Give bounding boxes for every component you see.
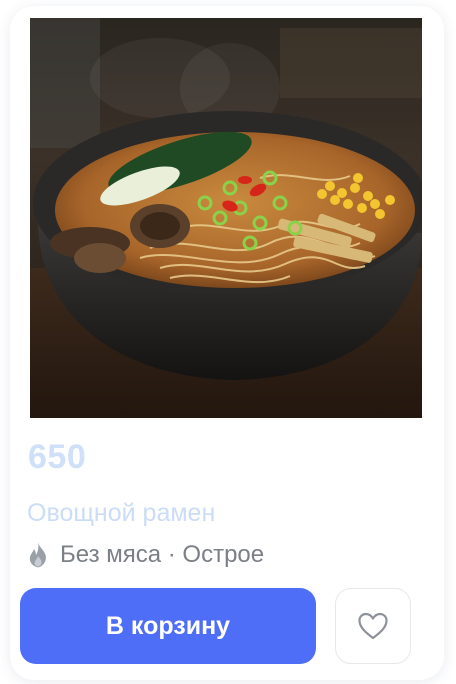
product-image[interactable] [30,18,422,418]
favorite-button[interactable] [335,588,411,664]
heart-icon [358,612,388,640]
product-tags: Без мяса · Острое [26,541,264,569]
tags-label: Без мяса · Острое [60,541,265,568]
flame-icon [29,542,46,568]
product-price: 650 [28,438,87,476]
product-title[interactable]: Овощной рамен [27,499,215,528]
add-to-cart-button[interactable]: В корзину [20,588,316,664]
